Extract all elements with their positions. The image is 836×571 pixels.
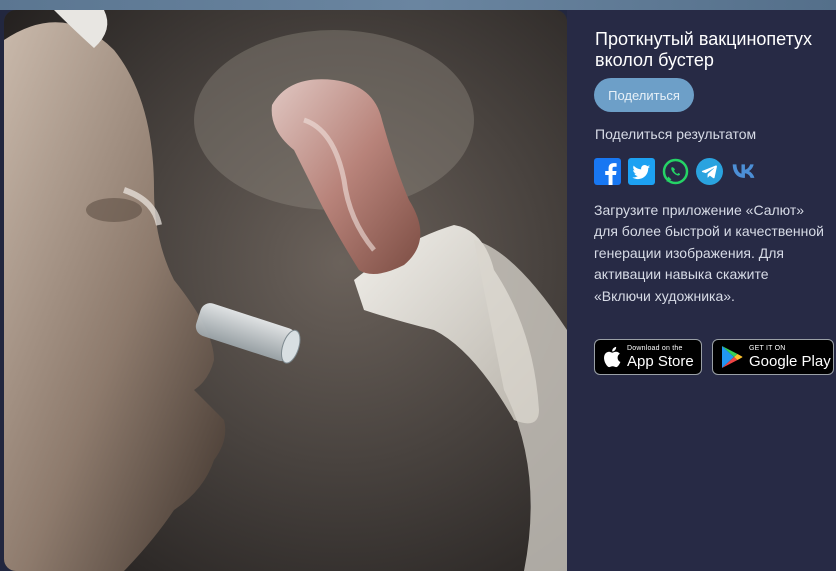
app-store-button[interactable]: Download on the App Store bbox=[594, 339, 702, 375]
telegram-icon[interactable] bbox=[696, 157, 723, 185]
image-title: Проткнутый вакцинопетух вколол бустер bbox=[595, 29, 813, 70]
promo-text: Загрузите приложение «Салют» для более б… bbox=[594, 202, 824, 304]
generated-image bbox=[4, 10, 567, 571]
app-store-label: App Store bbox=[627, 353, 694, 370]
top-strip bbox=[0, 0, 836, 10]
facebook-icon[interactable] bbox=[594, 157, 621, 185]
vk-icon[interactable] bbox=[730, 158, 757, 185]
twitter-icon[interactable] bbox=[628, 157, 655, 185]
google-play-button[interactable]: GET IT ON Google Play bbox=[712, 339, 834, 375]
page: Проткнутый вакцинопетух вколол бустер По… bbox=[0, 0, 836, 571]
share-button[interactable]: Поделиться bbox=[594, 78, 694, 112]
app-store-small-text: Download on the bbox=[627, 345, 683, 352]
apple-icon bbox=[603, 346, 621, 368]
google-play-small-text: GET IT ON bbox=[749, 345, 786, 352]
google-play-icon bbox=[721, 345, 743, 369]
social-share-bar bbox=[594, 157, 757, 185]
google-play-label: Google Play bbox=[749, 353, 831, 370]
generated-image-artwork bbox=[4, 10, 567, 571]
share-result-label: Поделиться результатом bbox=[595, 126, 757, 142]
whatsapp-icon[interactable] bbox=[662, 158, 689, 185]
